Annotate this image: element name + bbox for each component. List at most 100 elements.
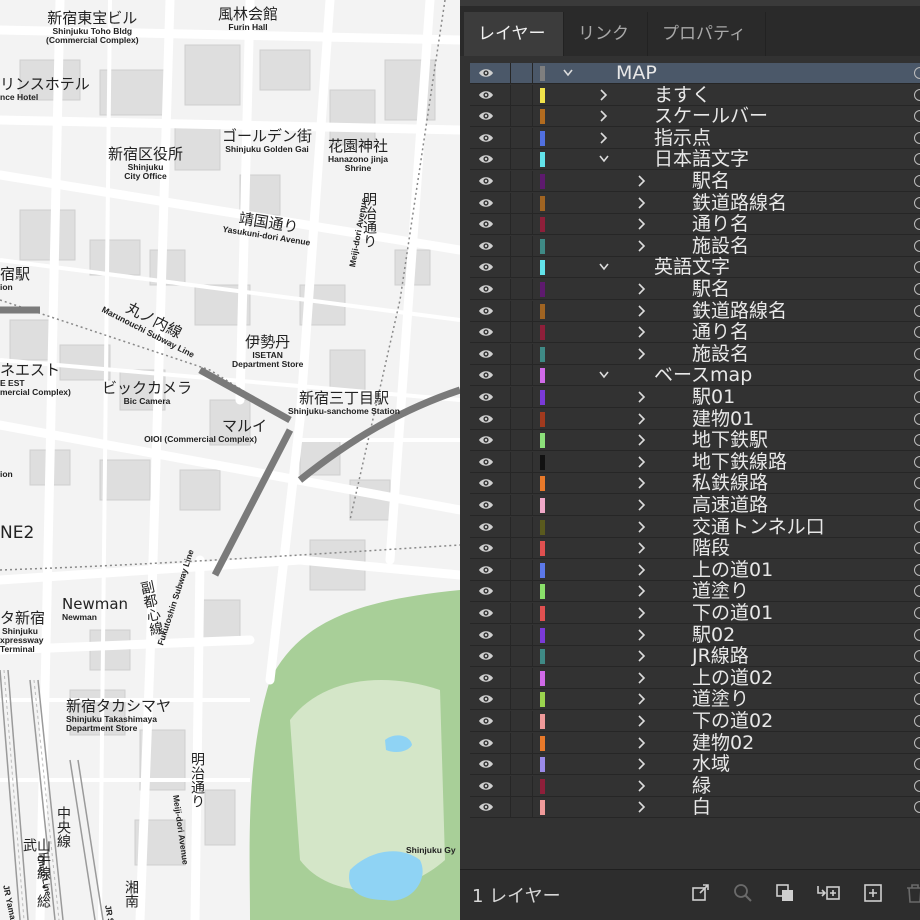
lock-toggle[interactable] <box>532 538 533 560</box>
visibility-eye-icon[interactable] <box>478 628 494 642</box>
layer-row[interactable]: 地下鉄駅 <box>470 429 920 452</box>
lock-toggle[interactable] <box>532 235 533 257</box>
lock-toggle[interactable] <box>532 516 533 538</box>
lock-toggle[interactable] <box>532 430 533 452</box>
target-circle-icon[interactable] <box>914 455 920 468</box>
visibility-eye-icon[interactable] <box>478 563 494 577</box>
lock-toggle[interactable] <box>532 689 533 711</box>
chevron-right-icon[interactable] <box>636 606 646 620</box>
chevron-right-icon[interactable] <box>636 520 646 534</box>
layer-row[interactable]: 上の道02 <box>470 667 920 689</box>
visibility-eye-icon[interactable] <box>478 779 494 793</box>
target-circle-icon[interactable] <box>914 477 920 490</box>
chevron-right-icon[interactable] <box>598 109 608 123</box>
visibility-eye-icon[interactable] <box>478 520 494 534</box>
target-circle-icon[interactable] <box>914 412 920 425</box>
chevron-right-icon[interactable] <box>636 390 646 404</box>
target-circle-icon[interactable] <box>914 758 920 771</box>
chevron-right-icon[interactable] <box>636 563 646 577</box>
visibility-eye-icon[interactable] <box>478 368 494 382</box>
chevron-right-icon[interactable] <box>636 714 646 728</box>
layer-row[interactable]: 英語文字 <box>470 256 920 279</box>
lock-toggle[interactable] <box>532 365 533 387</box>
chevron-right-icon[interactable] <box>598 88 608 102</box>
visibility-eye-icon[interactable] <box>478 282 494 296</box>
visibility-eye-icon[interactable] <box>478 649 494 663</box>
chevron-right-icon[interactable] <box>636 779 646 793</box>
target-circle-icon[interactable] <box>914 499 920 511</box>
target-circle-icon[interactable] <box>914 628 920 641</box>
target-circle-icon[interactable] <box>914 369 920 382</box>
target-circle-icon[interactable] <box>914 693 920 706</box>
trash-icon[interactable] <box>904 882 920 904</box>
target-circle-icon[interactable] <box>914 239 920 252</box>
lock-toggle[interactable] <box>532 322 533 344</box>
chevron-right-icon[interactable] <box>636 628 646 642</box>
lock-toggle[interactable] <box>532 127 533 149</box>
visibility-eye-icon[interactable] <box>478 304 494 318</box>
layer-row[interactable]: 駅名 <box>470 278 920 300</box>
layer-row[interactable]: 指示点 <box>470 127 920 149</box>
visibility-eye-icon[interactable] <box>478 455 494 469</box>
lock-toggle[interactable] <box>532 451 533 473</box>
layer-row[interactable]: 上の道01 <box>470 559 920 581</box>
visibility-eye-icon[interactable] <box>478 476 494 490</box>
layer-row[interactable]: ますく <box>470 84 920 106</box>
lock-toggle[interactable] <box>532 797 533 819</box>
chevron-right-icon[interactable] <box>636 347 646 361</box>
target-circle-icon[interactable] <box>914 520 920 533</box>
layer-row[interactable]: 下の道01 <box>470 602 920 624</box>
target-circle-icon[interactable] <box>914 434 920 447</box>
visibility-eye-icon[interactable] <box>478 498 494 512</box>
lock-toggle[interactable] <box>532 63 533 84</box>
lock-toggle[interactable] <box>532 171 533 192</box>
target-circle-icon[interactable] <box>914 391 920 403</box>
layer-row[interactable]: 高速道路 <box>470 494 920 516</box>
lock-toggle[interactable] <box>532 387 533 408</box>
chevron-right-icon[interactable] <box>636 325 646 339</box>
visibility-eye-icon[interactable] <box>478 433 494 447</box>
lock-toggle[interactable] <box>532 624 533 646</box>
visibility-eye-icon[interactable] <box>478 66 494 80</box>
target-circle-icon[interactable] <box>914 283 920 295</box>
target-circle-icon[interactable] <box>914 563 920 576</box>
target-circle-icon[interactable] <box>914 779 920 792</box>
chevron-right-icon[interactable] <box>636 196 646 210</box>
visibility-eye-icon[interactable] <box>478 800 494 814</box>
lock-toggle[interactable] <box>532 343 533 365</box>
visibility-eye-icon[interactable] <box>478 325 494 339</box>
layer-row[interactable]: JR線路 <box>470 645 920 668</box>
lock-toggle[interactable] <box>532 559 533 581</box>
chevron-right-icon[interactable] <box>636 671 646 685</box>
lock-toggle[interactable] <box>532 581 533 603</box>
layer-row[interactable]: 建物02 <box>470 732 920 754</box>
layer-row[interactable]: 緑 <box>470 775 920 797</box>
lock-toggle[interactable] <box>532 192 533 214</box>
target-circle-icon[interactable] <box>914 218 920 231</box>
visibility-eye-icon[interactable] <box>478 131 494 145</box>
visibility-eye-icon[interactable] <box>478 671 494 685</box>
lock-toggle[interactable] <box>532 408 533 430</box>
chevron-right-icon[interactable] <box>636 174 646 188</box>
visibility-eye-icon[interactable] <box>478 88 494 102</box>
chevron-right-icon[interactable] <box>636 584 646 598</box>
target-circle-icon[interactable] <box>914 67 920 79</box>
chevron-right-icon[interactable] <box>636 217 646 231</box>
visibility-eye-icon[interactable] <box>478 584 494 598</box>
visibility-eye-icon[interactable] <box>478 390 494 404</box>
visibility-eye-icon[interactable] <box>478 196 494 210</box>
chevron-right-icon[interactable] <box>636 498 646 512</box>
visibility-eye-icon[interactable] <box>478 260 494 274</box>
chevron-right-icon[interactable] <box>636 649 646 663</box>
chevron-right-icon[interactable] <box>636 736 646 750</box>
layer-row[interactable]: 道塗り <box>470 580 920 603</box>
layer-row[interactable]: 鉄道路線名 <box>470 300 920 322</box>
chevron-right-icon[interactable] <box>636 433 646 447</box>
lock-toggle[interactable] <box>532 214 533 236</box>
export-icon[interactable] <box>690 882 712 904</box>
layer-row[interactable]: 通り名 <box>470 321 920 344</box>
visibility-eye-icon[interactable] <box>478 152 494 166</box>
target-circle-icon[interactable] <box>914 542 920 555</box>
target-circle-icon[interactable] <box>914 736 920 749</box>
visibility-eye-icon[interactable] <box>478 109 494 123</box>
